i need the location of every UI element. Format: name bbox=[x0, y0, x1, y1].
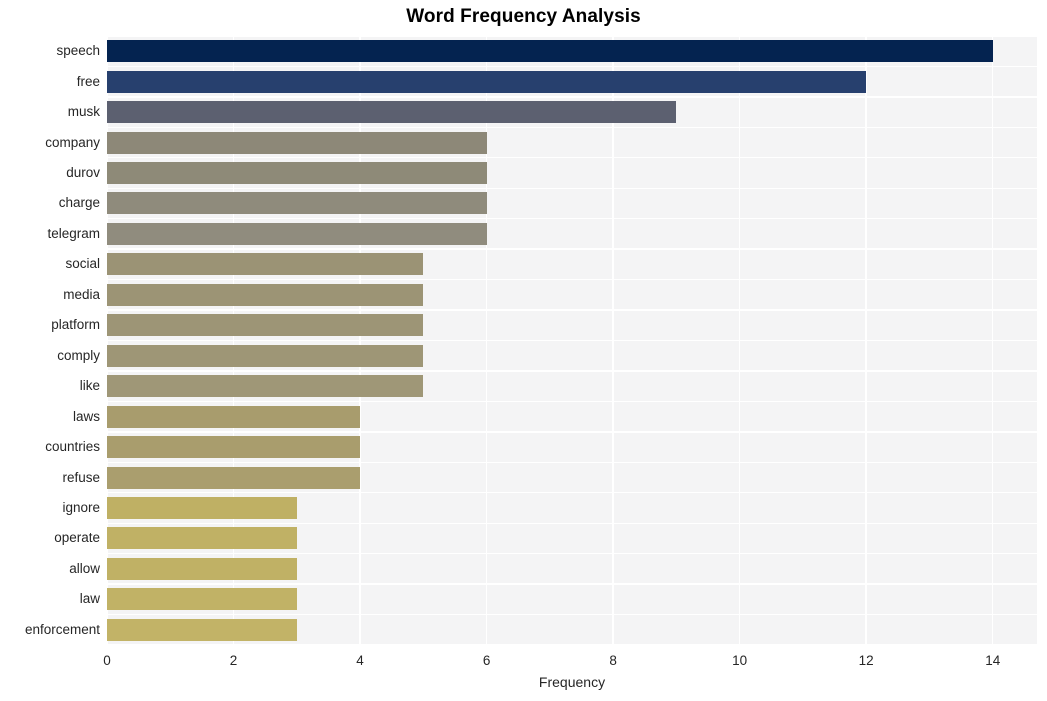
x-tick-label-0: 0 bbox=[103, 653, 111, 668]
plot-area bbox=[107, 36, 1037, 645]
bar-refuse bbox=[107, 466, 361, 489]
y-tick-label-media: media bbox=[63, 286, 100, 302]
bar-laws bbox=[107, 405, 361, 428]
bar-telegram bbox=[107, 222, 487, 245]
bar-social bbox=[107, 253, 424, 276]
y-tick-label-musk: musk bbox=[67, 104, 100, 120]
y-tick-label-ignore: ignore bbox=[62, 499, 100, 515]
y-tick-label-law: law bbox=[79, 591, 100, 607]
y-tick-label-allow: allow bbox=[69, 560, 100, 576]
x-tick-label-4: 4 bbox=[356, 653, 364, 668]
x-axis-tick-labels: 0 2 4 6 8 10 12 14 bbox=[103, 645, 1037, 675]
x-tick-label-6: 6 bbox=[482, 653, 491, 668]
y-tick-label-social: social bbox=[65, 256, 100, 272]
y-tick-label-enforcement: enforcement bbox=[24, 621, 100, 637]
bar-enforcement bbox=[107, 618, 297, 641]
chart-figure: Word Frequency Analysis speech free musk co… bbox=[0, 0, 1047, 701]
bar-musk bbox=[107, 101, 677, 124]
x-tick-label-8: 8 bbox=[609, 653, 617, 668]
bar-operate bbox=[107, 527, 297, 550]
x-tick-label-2: 2 bbox=[229, 653, 238, 668]
bar-countries bbox=[107, 436, 361, 459]
x-axis-title: Frequency bbox=[538, 674, 606, 690]
bar-durov bbox=[107, 162, 487, 185]
y-tick-label-comply: comply bbox=[57, 347, 100, 363]
x-tick-label-10: 10 bbox=[732, 653, 748, 668]
x-tick-label-12: 12 bbox=[858, 653, 874, 668]
x-tick-label-14: 14 bbox=[985, 653, 1001, 668]
bar-company bbox=[107, 131, 487, 154]
y-tick-label-operate: operate bbox=[54, 530, 100, 546]
bar-like bbox=[107, 375, 424, 398]
bar-charge bbox=[107, 192, 487, 215]
y-tick-label-company: company bbox=[45, 134, 100, 150]
y-tick-label-like: like bbox=[79, 378, 100, 394]
bar-speech bbox=[107, 40, 993, 63]
bar-allow bbox=[107, 557, 297, 580]
bar-platform bbox=[107, 314, 424, 337]
y-tick-label-countries: countries bbox=[45, 439, 100, 455]
bar-free bbox=[107, 70, 867, 93]
y-tick-label-free: free bbox=[76, 73, 100, 89]
bars-layer bbox=[107, 36, 1037, 645]
y-tick-label-refuse: refuse bbox=[62, 469, 100, 485]
y-tick-label-telegram: telegram bbox=[47, 225, 100, 241]
bar-comply bbox=[107, 344, 424, 367]
bar-ignore bbox=[107, 496, 297, 519]
y-axis-tick-labels: speech free musk company durov charge telegram… bbox=[0, 36, 100, 645]
bar-media bbox=[107, 283, 424, 306]
bar-law bbox=[107, 588, 297, 611]
y-tick-label-platform: platform bbox=[51, 317, 100, 333]
y-tick-label-speech: speech bbox=[56, 43, 100, 59]
y-tick-label-durov: durov bbox=[66, 165, 100, 181]
y-tick-label-charge: charge bbox=[58, 195, 100, 211]
y-tick-label-laws: laws bbox=[72, 408, 100, 424]
page-title: Word Frequency Analysis bbox=[406, 6, 641, 27]
